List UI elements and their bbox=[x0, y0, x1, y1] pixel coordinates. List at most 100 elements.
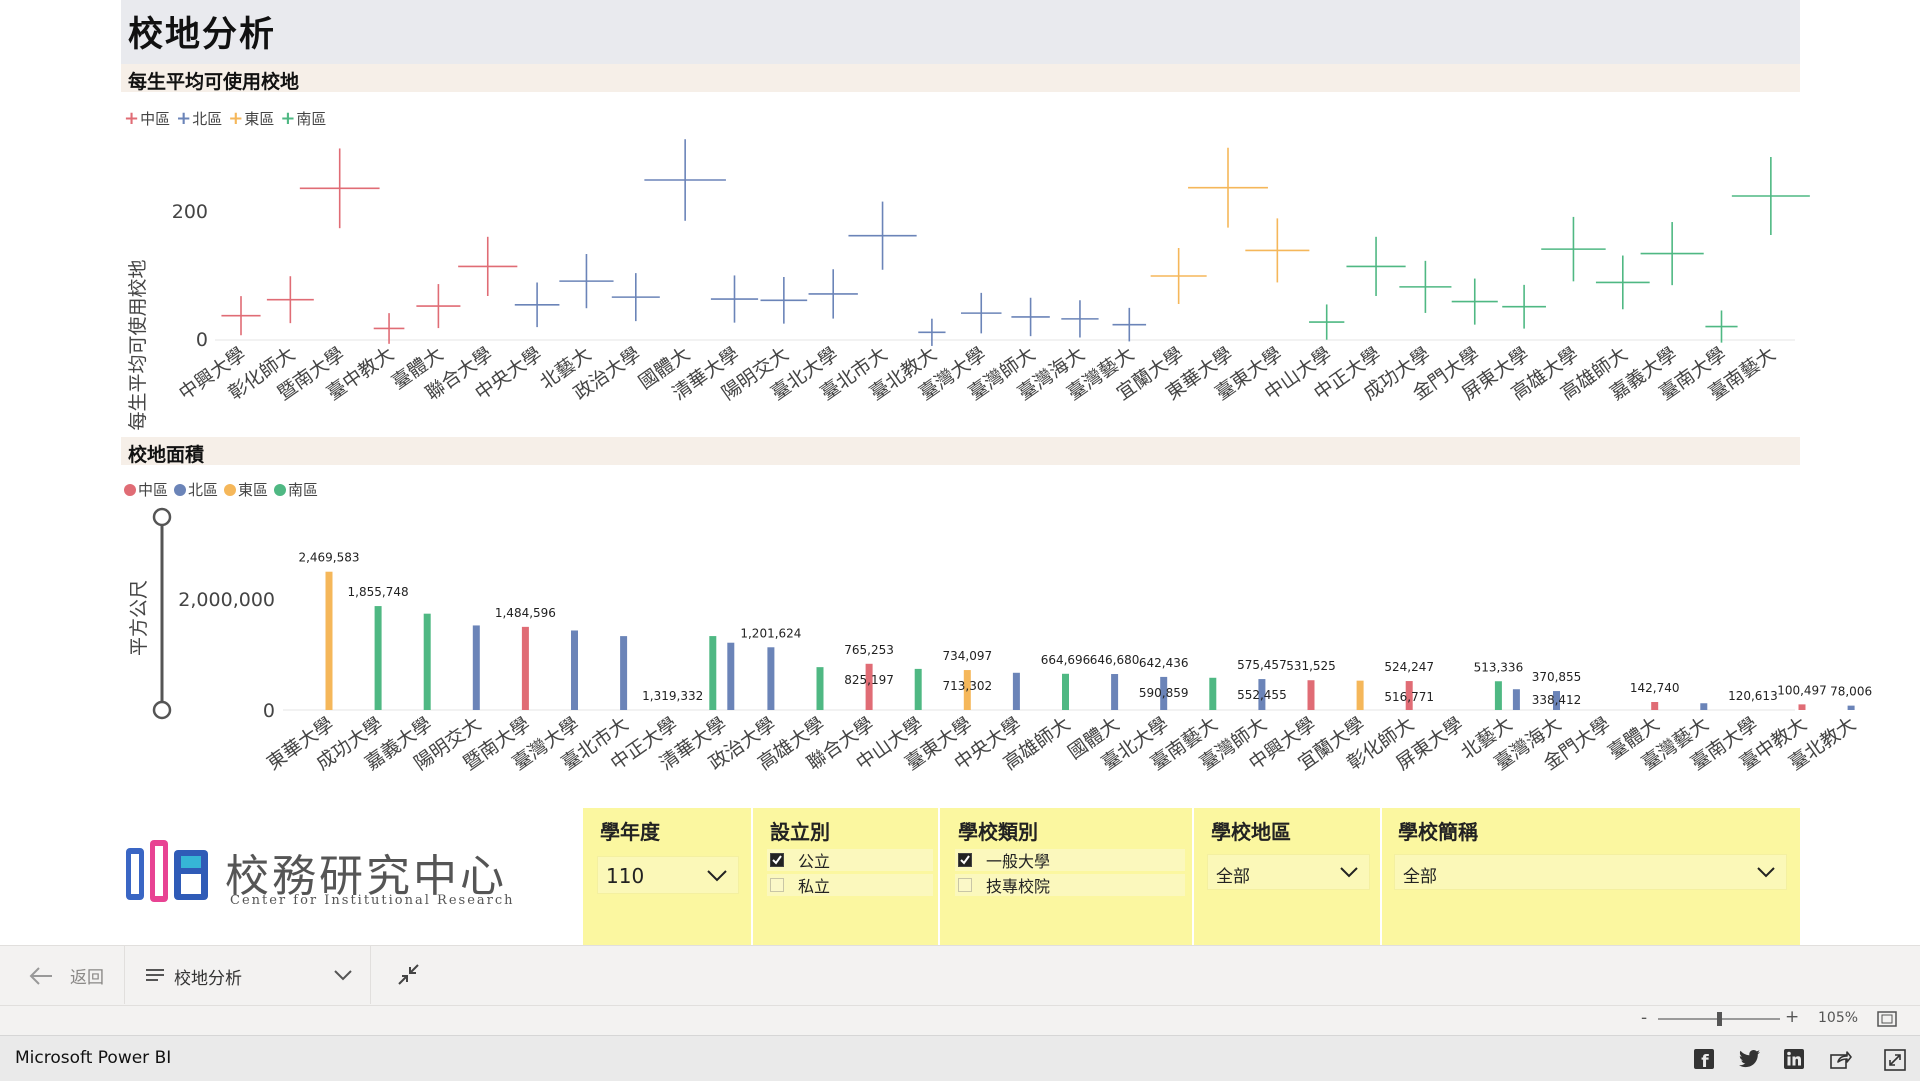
bar[interactable] bbox=[620, 636, 628, 710]
chart2-header-band bbox=[121, 437, 1800, 465]
page-selector[interactable]: 校地分析 bbox=[125, 946, 370, 1005]
region-dropdown[interactable]: 全部 bbox=[1207, 854, 1370, 890]
zoom-slider-bottom-handle[interactable] bbox=[152, 700, 172, 720]
checkbox-public[interactable]: 公立 bbox=[767, 849, 933, 871]
back-button[interactable]: 返回 bbox=[0, 946, 124, 1005]
scatter-point[interactable] bbox=[1150, 248, 1207, 304]
scatter-point[interactable] bbox=[221, 296, 261, 336]
bar[interactable] bbox=[374, 606, 382, 710]
twitter-share-button[interactable] bbox=[1739, 1049, 1761, 1069]
bar[interactable] bbox=[1798, 704, 1806, 710]
back-label: 返回 bbox=[70, 968, 104, 988]
scatter-point[interactable] bbox=[1595, 255, 1650, 310]
bar[interactable] bbox=[1012, 672, 1020, 710]
data-label: 765,253 bbox=[844, 643, 894, 657]
zoom-slider[interactable] bbox=[152, 507, 172, 720]
bar[interactable] bbox=[1111, 674, 1119, 710]
collapse-button[interactable] bbox=[396, 962, 422, 988]
scatter-point[interactable] bbox=[1346, 236, 1406, 296]
legend-item-north[interactable]: + 北區 bbox=[176, 108, 222, 129]
bar-chart[interactable]: 平方公尺 0 2,000,000 2,469,583 1,855,748 1,484… bbox=[0, 500, 1920, 800]
data-label: 1,319,332 bbox=[642, 689, 703, 703]
bar[interactable] bbox=[914, 668, 922, 710]
bar[interactable] bbox=[1307, 680, 1315, 710]
legend-item-east[interactable]: + 東區 bbox=[228, 108, 274, 129]
zoom-slider-top-handle[interactable] bbox=[152, 507, 172, 527]
legend-item-central[interactable]: 中區 bbox=[124, 479, 168, 500]
fit-to-page-button[interactable] bbox=[1877, 1011, 1897, 1027]
year-dropdown[interactable]: 110 bbox=[597, 856, 739, 894]
scatter-point[interactable] bbox=[1705, 310, 1738, 343]
data-label: 338,412 bbox=[1532, 693, 1582, 707]
scatter-point[interactable] bbox=[918, 318, 946, 346]
zoom-in-button[interactable]: + bbox=[1785, 1007, 1799, 1027]
scatter-point[interactable] bbox=[1399, 260, 1452, 313]
linkedin-share-button[interactable] bbox=[1784, 1049, 1804, 1069]
scatter-point[interactable] bbox=[1541, 216, 1606, 282]
scatter-point[interactable] bbox=[710, 275, 759, 323]
legend-item-east[interactable]: 東區 bbox=[224, 479, 268, 500]
bar[interactable] bbox=[1356, 680, 1364, 710]
bar[interactable] bbox=[767, 647, 775, 710]
bar[interactable] bbox=[1062, 673, 1069, 710]
scatter-chart[interactable]: 每生平均可使用校地 0 200 中興大學彰化師大暨南大學臺中教大臺體大聯合大學中… bbox=[0, 130, 1920, 430]
share-button[interactable] bbox=[1830, 1049, 1852, 1069]
bar[interactable] bbox=[1494, 681, 1502, 710]
chart1-legend[interactable]: + 中區 + 北區 + 東區 + 南區 bbox=[124, 108, 326, 129]
legend-item-central[interactable]: + 中區 bbox=[124, 108, 170, 129]
scatter-point[interactable] bbox=[644, 139, 726, 221]
scatter-point[interactable] bbox=[1061, 300, 1099, 338]
legend-item-north[interactable]: 北區 bbox=[174, 479, 218, 500]
checkbox-label: 公立 bbox=[798, 852, 831, 871]
checkbox-technical-college[interactable]: 技專校院 bbox=[955, 874, 1185, 896]
scatter-point[interactable] bbox=[611, 273, 660, 322]
scatter-point[interactable] bbox=[559, 254, 614, 309]
school-dropdown[interactable]: 全部 bbox=[1394, 854, 1787, 890]
fullscreen-button[interactable] bbox=[1884, 1049, 1906, 1071]
scatter-point[interactable] bbox=[760, 276, 808, 324]
bar[interactable] bbox=[1847, 705, 1855, 710]
scatter-point[interactable] bbox=[1640, 222, 1704, 286]
legend-label: 中區 bbox=[140, 110, 171, 128]
y-tick-label: 0 bbox=[196, 329, 208, 351]
bar[interactable] bbox=[1512, 689, 1520, 710]
bar[interactable] bbox=[521, 626, 529, 710]
checkbox-private[interactable]: 私立 bbox=[767, 874, 933, 896]
scatter-point[interactable] bbox=[373, 313, 405, 344]
scatter-point[interactable] bbox=[808, 269, 858, 319]
chart2-legend[interactable]: 中區 北區 東區 南區 bbox=[124, 479, 318, 500]
bar[interactable] bbox=[571, 630, 578, 710]
scatter-point[interactable] bbox=[458, 236, 518, 296]
scatter-point[interactable] bbox=[514, 282, 560, 328]
bar[interactable] bbox=[1651, 702, 1659, 710]
scatter-point[interactable] bbox=[1245, 218, 1310, 283]
scatter-point[interactable] bbox=[960, 292, 1002, 334]
bar[interactable] bbox=[1209, 677, 1217, 710]
scatter-point[interactable] bbox=[299, 148, 380, 229]
checkbox-general-university[interactable]: 一般大學 bbox=[955, 849, 1185, 871]
bar[interactable] bbox=[865, 663, 873, 710]
scatter-point[interactable] bbox=[266, 276, 314, 324]
bar[interactable] bbox=[325, 571, 333, 710]
zoom-slider-thumb[interactable] bbox=[1717, 1012, 1722, 1026]
scatter-point[interactable] bbox=[416, 284, 461, 329]
bar[interactable] bbox=[727, 642, 735, 710]
bar[interactable] bbox=[472, 625, 480, 710]
bar[interactable] bbox=[709, 636, 717, 710]
legend-item-south[interactable]: 南區 bbox=[274, 479, 318, 500]
scatter-point[interactable] bbox=[1502, 284, 1546, 329]
powerbi-brand[interactable]: Microsoft Power BI bbox=[15, 1048, 171, 1068]
bar[interactable] bbox=[423, 613, 431, 710]
bar[interactable] bbox=[1700, 703, 1708, 710]
zoom-out-button[interactable]: - bbox=[1641, 1008, 1647, 1028]
bar[interactable] bbox=[816, 667, 824, 710]
scatter-point[interactable] bbox=[1451, 278, 1498, 325]
legend-item-south[interactable]: + 南區 bbox=[280, 108, 326, 129]
scatter-point[interactable] bbox=[1112, 307, 1147, 342]
scatter-point[interactable] bbox=[1309, 304, 1345, 340]
scatter-point[interactable] bbox=[1188, 147, 1268, 228]
scatter-point[interactable] bbox=[848, 201, 917, 270]
scatter-point[interactable] bbox=[1011, 297, 1050, 337]
scatter-point[interactable] bbox=[1731, 157, 1810, 235]
facebook-share-button[interactable]: f bbox=[1694, 1049, 1714, 1072]
